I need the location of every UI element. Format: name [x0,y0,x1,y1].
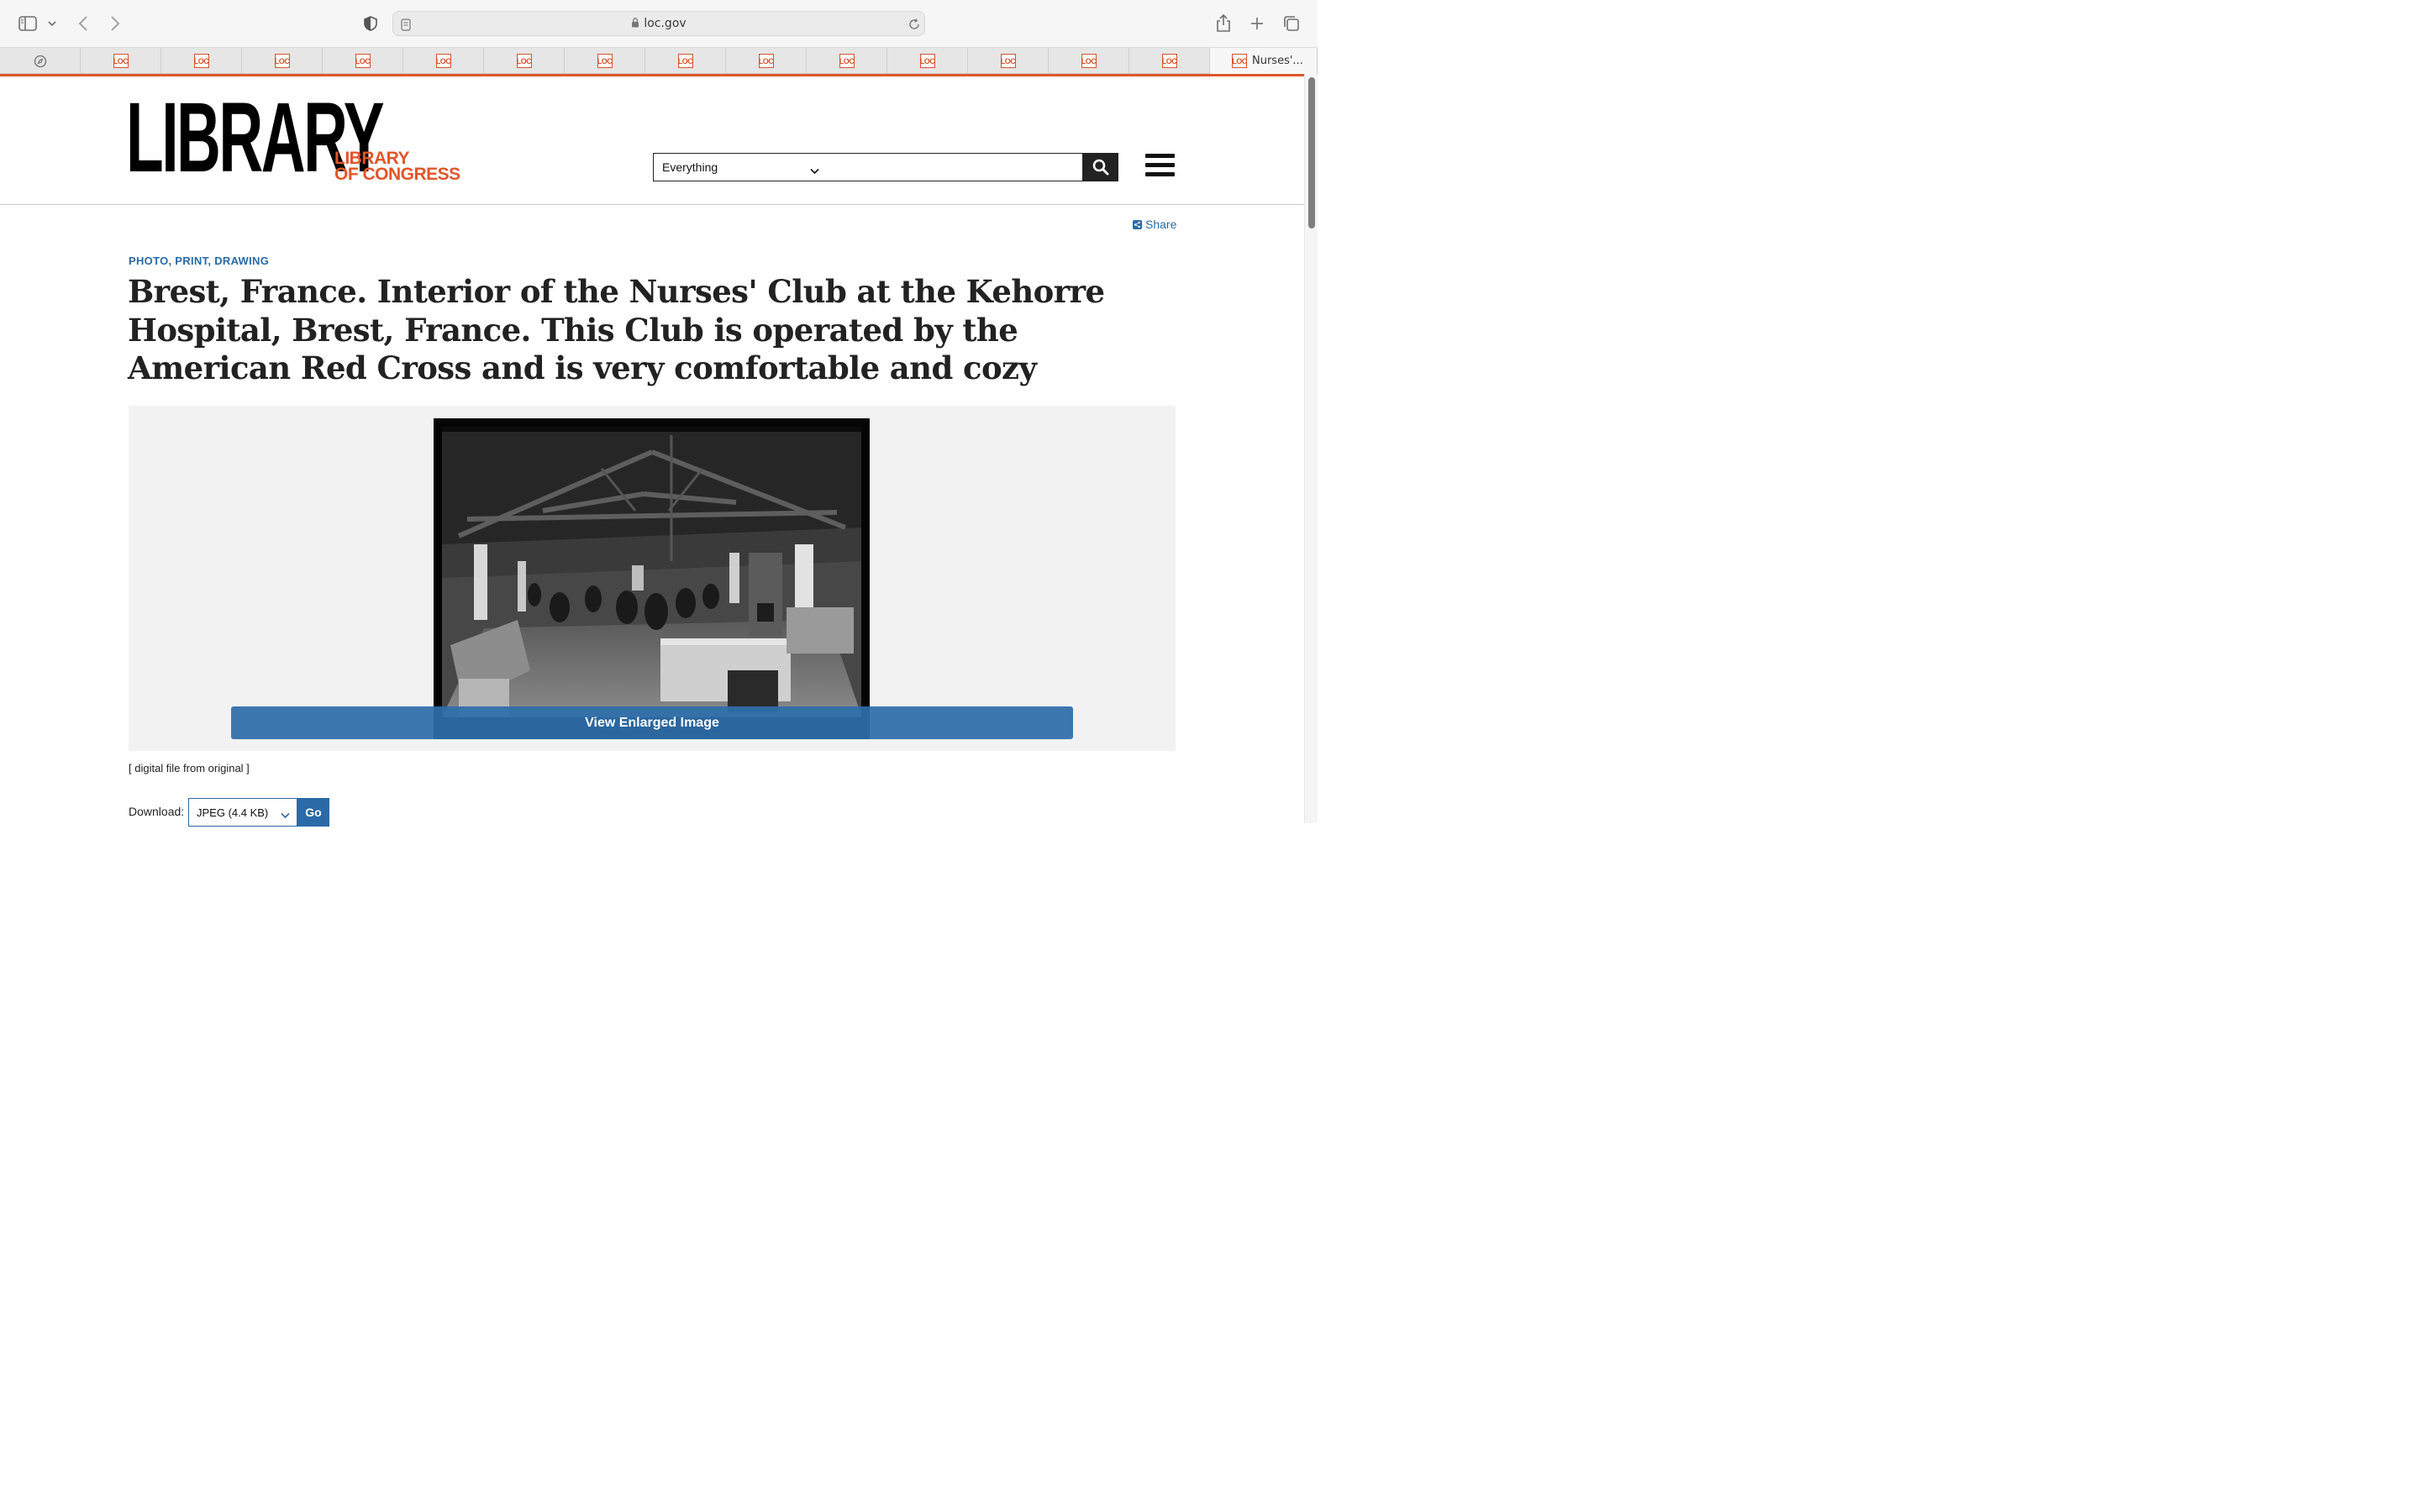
tab-loc[interactable]: LOC [323,48,403,74]
tab-loc[interactable]: LOC [1049,48,1129,74]
tab-loc[interactable]: LOC [403,48,484,74]
page-scrollbar[interactable] [1304,74,1318,823]
loc-favicon-icon: LOC [113,54,129,68]
site-header: LIBRARY LIBRARY OF CONGRESS Everything [0,76,1304,205]
tab-loc[interactable]: LOC [887,48,968,74]
loc-favicon-icon: LOC [677,54,693,68]
address-bar[interactable]: loc.gov [392,11,925,36]
tab-bar: LOC LOC LOC LOC LOC LOC LOC LOC LOC LOC … [0,48,1318,74]
download-format-select[interactable]: JPEG (4.4 KB) [188,798,297,827]
loc-favicon-icon: LOC [1232,54,1247,68]
search-scope-select[interactable]: Everything [653,153,829,181]
image-caption: [ digital file from original ] [129,762,250,774]
loc-wordmark[interactable]: LIBRARY OF CONGRESS [334,150,460,184]
loc-favicon-icon: LOC [355,54,371,68]
loc-favicon-icon: LOC [1081,54,1097,68]
reload-icon[interactable] [908,17,921,32]
download-format-value: JPEG (4.4 KB) [197,806,269,819]
search-scope-value: Everything [662,160,718,174]
url-text: loc.gov [644,17,687,30]
wordmark-line-2: OF CONGRESS [334,165,460,184]
download-label: Download: [129,805,185,818]
back-icon[interactable] [74,12,92,35]
search-input[interactable] [828,153,1083,181]
tab-loc[interactable]: LOC [645,48,726,74]
loc-favicon-icon: LOC [1161,54,1177,68]
tab-loc[interactable]: LOC [726,48,807,74]
tab-loc[interactable]: LOC [81,48,161,74]
loc-favicon-icon: LOC [516,54,532,68]
search-button[interactable] [1083,153,1118,181]
page-title: Brest, France. Interior of the Nurses' C… [128,273,1105,386]
tab-start-page[interactable] [0,48,81,74]
url-display: loc.gov [393,17,924,30]
loc-favicon-icon: LOC [1000,54,1016,68]
loc-favicon-icon: LOC [839,54,855,68]
new-tab-icon[interactable] [1248,12,1266,35]
share-label: Share [1145,218,1177,231]
view-enlarged-image-button[interactable]: View Enlarged Image [231,706,1073,739]
sidebar-toggle-icon[interactable] [17,12,39,35]
chevron-down-icon [810,164,819,177]
loc-favicon-icon: LOC [758,54,774,68]
loc-favicon-icon: LOC [193,54,209,68]
active-tab-title: Nurses'... [1252,55,1303,67]
chevron-down-icon[interactable] [45,12,59,35]
loc-favicon-icon: LOC [919,54,935,68]
tab-loc[interactable]: LOC [484,48,565,74]
chevron-down-icon [281,809,290,822]
download-go-button[interactable]: Go [297,798,329,827]
tab-loc[interactable]: LOC [968,48,1049,74]
lock-icon [632,18,639,28]
forward-icon[interactable] [106,12,124,35]
browser-toolbar: loc.gov [0,0,1318,48]
loc-favicon-icon: LOC [597,54,613,68]
tab-loc[interactable]: LOC [807,48,887,74]
scrollbar-thumb[interactable] [1308,77,1315,228]
tab-overview-icon[interactable] [1281,12,1302,35]
item-format-link[interactable]: PHOTO, PRINT, DRAWING [129,255,269,267]
share-sheet-icon[interactable] [1213,12,1234,35]
hamburger-menu-icon[interactable] [1145,154,1175,179]
privacy-shield-icon[interactable] [361,12,380,35]
loc-favicon-icon: LOC [274,54,290,68]
tab-loc[interactable]: LOC [565,48,645,74]
item-photograph[interactable] [434,418,870,739]
share-icon [1133,219,1142,229]
share-link[interactable]: Share [1133,218,1176,231]
tab-loc[interactable]: LOC [1129,48,1210,74]
tab-loc[interactable]: LOC [161,48,242,74]
search-icon [1092,159,1109,176]
tab-loc[interactable]: LOC [242,48,323,74]
tab-active-nurses[interactable]: LOC Nurses'... [1210,48,1318,74]
compass-icon [34,55,46,67]
loc-favicon-icon: LOC [435,54,451,68]
